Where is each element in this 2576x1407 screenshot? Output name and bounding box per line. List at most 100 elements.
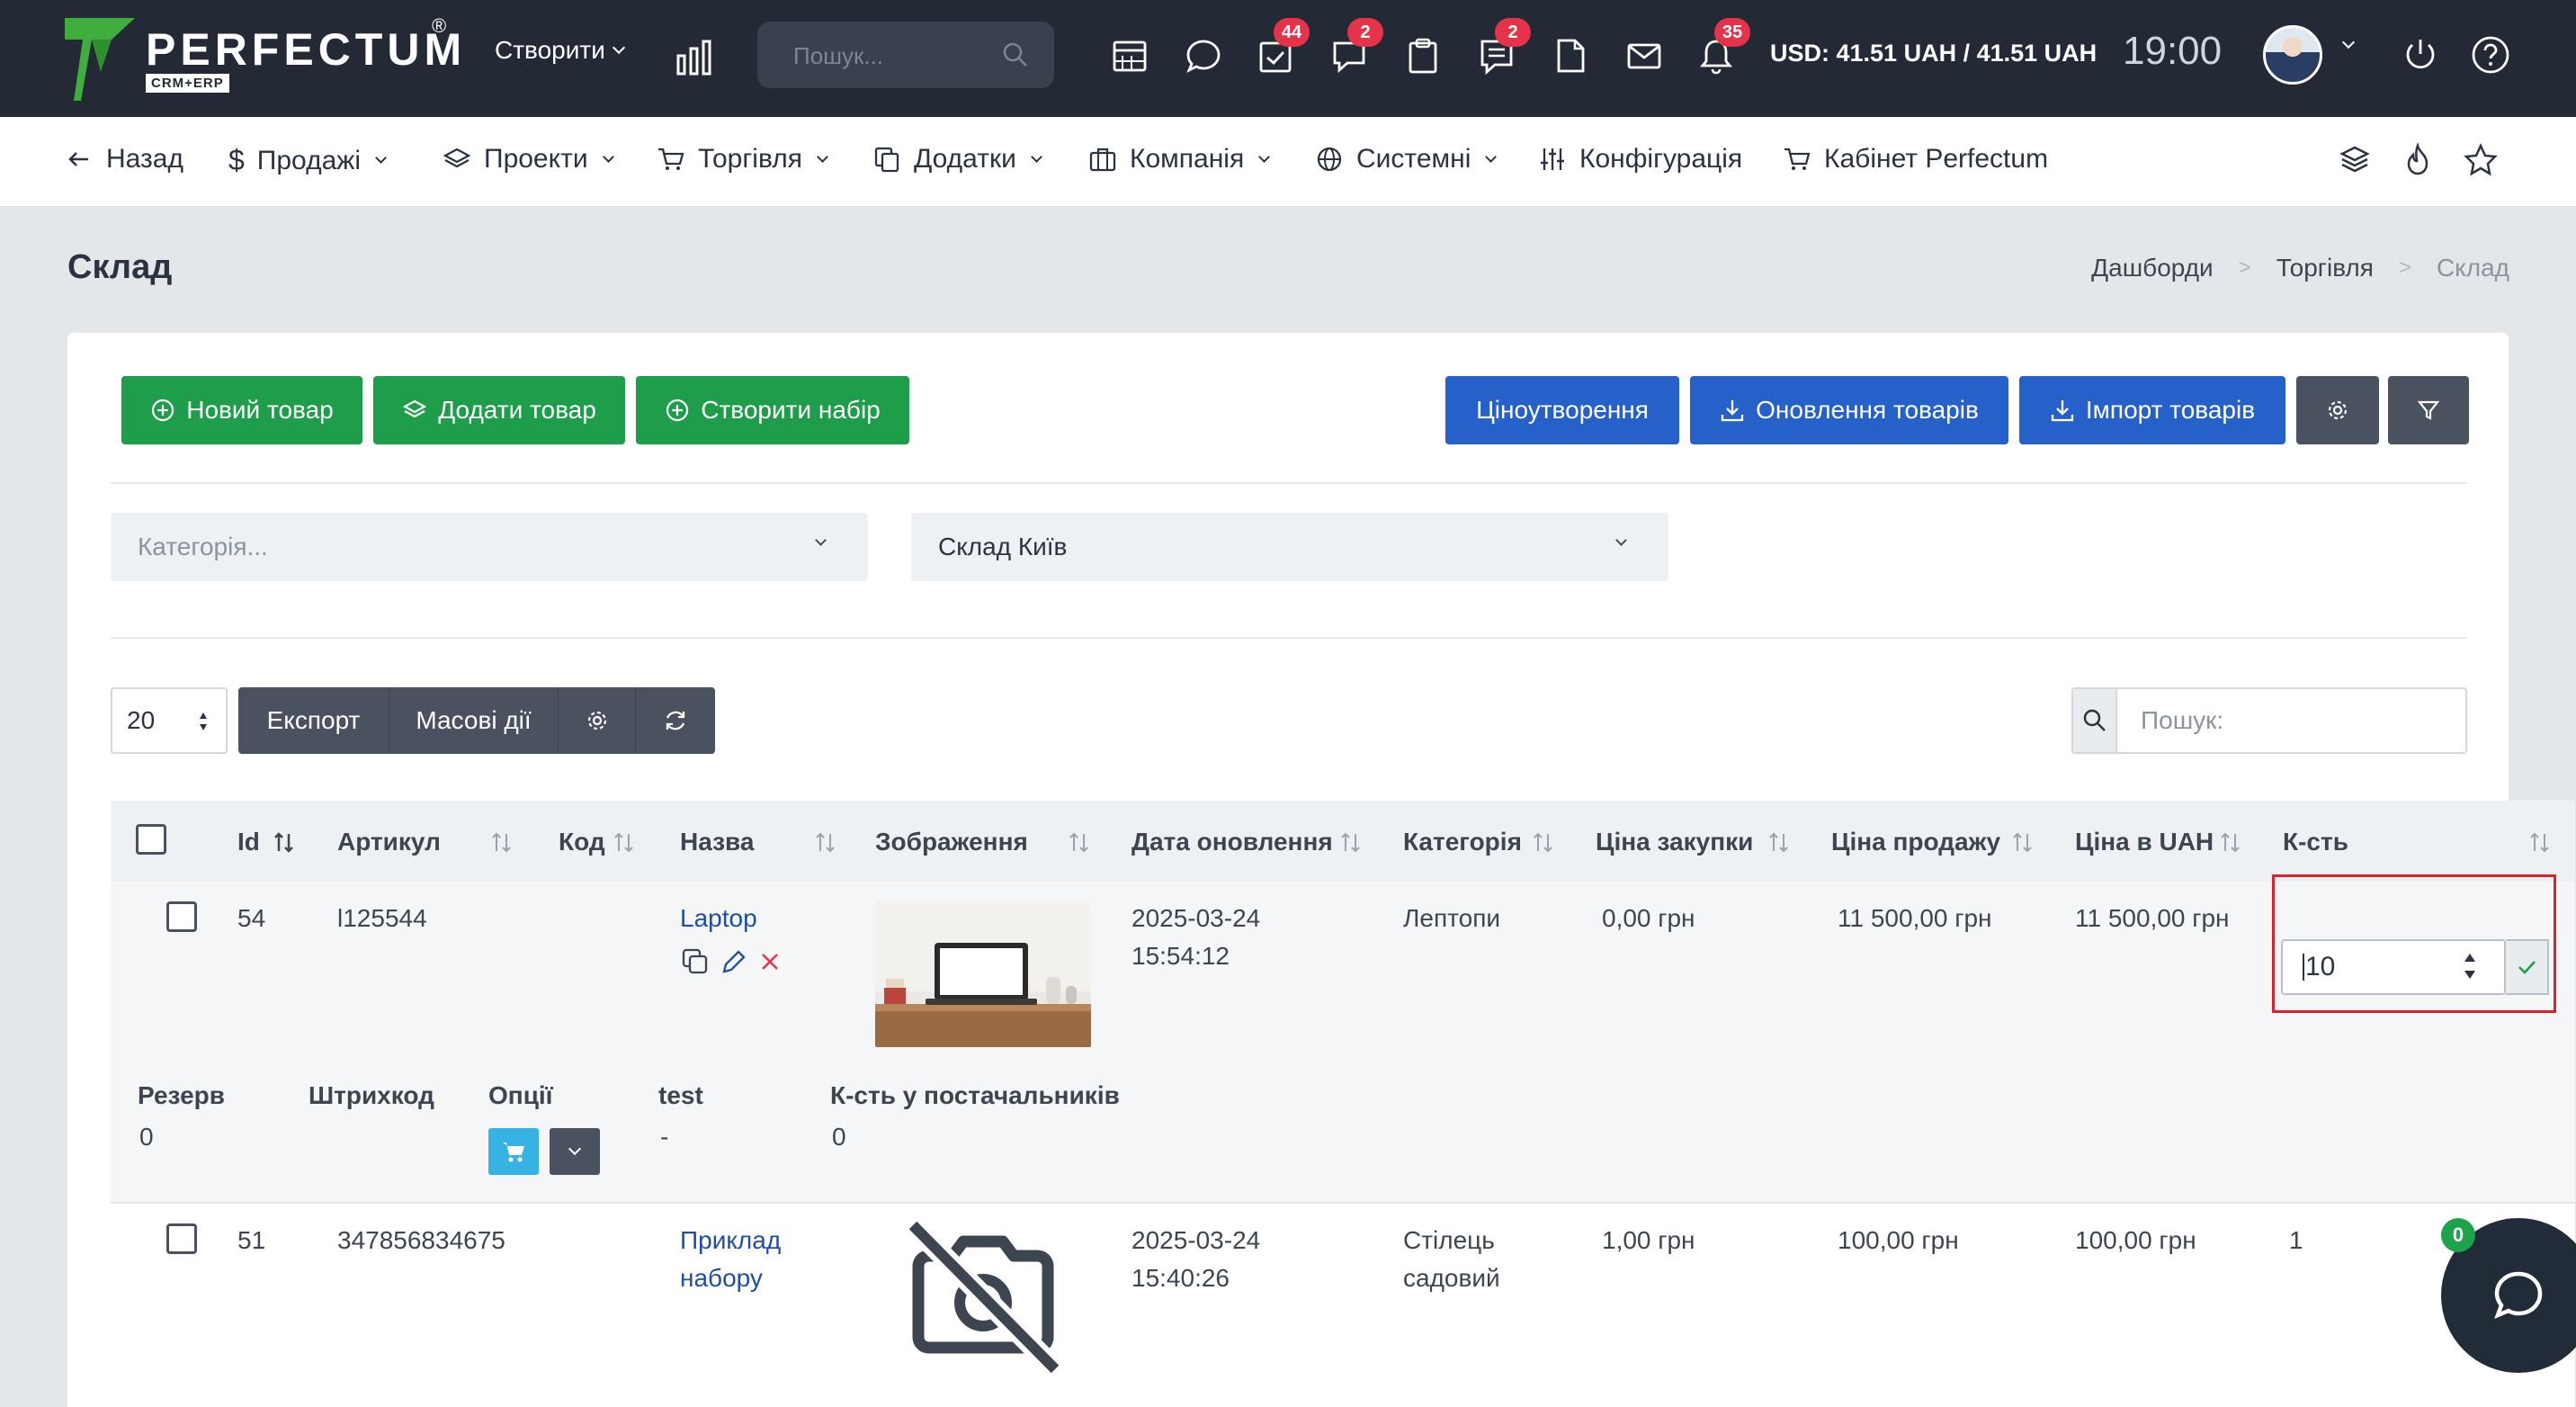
global-search[interactable]	[757, 22, 1054, 88]
breadcrumb-dashboards[interactable]: Дашборди	[2091, 254, 2214, 282]
nav-trade[interactable]: Торгівля	[657, 144, 828, 175]
quantity-stepper[interactable]	[2457, 948, 2482, 984]
quantity-save-button[interactable]	[2506, 939, 2549, 995]
sort-icon[interactable]	[1766, 829, 1793, 856]
cart-icon	[658, 148, 684, 170]
nav-company[interactable]: Компанія	[1088, 144, 1271, 175]
nav-system[interactable]: Системні	[1315, 144, 1498, 175]
sort-desc-icon[interactable]	[271, 829, 298, 856]
warehouse-select[interactable]: Склад Київ	[911, 513, 1668, 581]
bell-icon[interactable]: 35	[1696, 18, 1750, 79]
import-products-button[interactable]: Імпорт товарів	[2019, 376, 2285, 444]
col-name[interactable]: Назва	[680, 828, 754, 856]
nav-config[interactable]: Конфігурація	[1538, 144, 1742, 175]
col-sku[interactable]: Артикул	[337, 828, 441, 856]
clipboard-icon[interactable]	[1403, 36, 1446, 79]
category-select[interactable]: Категорія...	[111, 513, 868, 581]
col-image[interactable]: Зображення	[875, 828, 1028, 856]
cell-updated-time: 15:54:12	[1131, 942, 1230, 970]
add-product-button[interactable]: Додати товар	[373, 376, 625, 444]
help-icon[interactable]	[2470, 34, 2511, 76]
nav-trade-label: Торгівля	[698, 144, 802, 174]
sort-icon[interactable]	[488, 829, 515, 856]
create-label: Створити	[495, 36, 605, 64]
row-checkbox[interactable]	[166, 1223, 197, 1254]
sort-icon[interactable]	[1530, 829, 1557, 856]
global-search-input[interactable]	[793, 38, 1000, 74]
sort-icon[interactable]	[2009, 829, 2036, 856]
mass-actions-button[interactable]: Масові дії	[389, 687, 559, 754]
col-quantity[interactable]: К-сть	[2283, 828, 2348, 856]
delete-icon[interactable]	[755, 946, 785, 977]
product-image[interactable]	[875, 901, 1091, 1047]
chat-icon[interactable]	[1184, 36, 1227, 79]
nav-cabinet[interactable]: Кабінет Perfectum	[1783, 144, 2048, 175]
duplicate-icon[interactable]	[680, 946, 711, 977]
sort-icon[interactable]	[611, 829, 638, 856]
pricing-button[interactable]: Ціноутворення	[1445, 376, 1679, 444]
add-to-cart-button[interactable]	[488, 1128, 539, 1175]
update-products-button[interactable]: Оновлення товарів	[1690, 376, 2008, 444]
sort-icon[interactable]	[2527, 829, 2554, 856]
document-icon[interactable]	[1551, 36, 1594, 79]
nav-back[interactable]: Назад	[65, 144, 183, 175]
avatar[interactable]	[2263, 25, 2322, 85]
select-all-checkbox[interactable]	[136, 824, 166, 855]
search-icon[interactable]	[1000, 40, 1031, 70]
product-name-link-line2[interactable]: набору	[680, 1259, 763, 1297]
edit-icon[interactable]	[719, 946, 749, 977]
product-name-link[interactable]: Laptop	[680, 900, 757, 937]
flame-icon[interactable]	[2400, 142, 2436, 178]
power-icon[interactable]	[2400, 34, 2441, 76]
cell-id: 54	[237, 904, 266, 932]
filter-button[interactable]	[2388, 376, 2469, 444]
notes-icon[interactable]: 2	[1477, 18, 1531, 79]
col-price-uah[interactable]: Ціна в UAH	[2075, 828, 2214, 856]
category-placeholder: Категорія...	[138, 533, 268, 560]
star-icon[interactable]	[2463, 142, 2499, 178]
chevron-down-icon	[1030, 150, 1042, 163]
export-button[interactable]: Експорт	[238, 687, 389, 754]
col-sale-price[interactable]: Ціна продажу	[1831, 828, 2000, 856]
search-icon[interactable]	[2073, 689, 2117, 752]
col-purchase-price[interactable]: Ціна закупки	[1596, 828, 1753, 856]
product-name-link[interactable]: Приклад	[680, 1222, 781, 1259]
perfectum-logo[interactable]: PERFECTUM ® CRM+ERP	[65, 14, 461, 101]
settings-button[interactable]	[2296, 376, 2379, 444]
columns-settings-button[interactable]	[559, 687, 636, 754]
sort-icon[interactable]	[2217, 829, 2244, 856]
col-updated[interactable]: Дата оновлення	[1131, 828, 1333, 856]
sort-icon[interactable]	[1066, 829, 1093, 856]
messages-icon[interactable]: 2	[1329, 18, 1383, 79]
chevron-down-icon[interactable]	[2341, 35, 2356, 49]
sort-icon[interactable]	[1337, 829, 1364, 856]
row-checkbox[interactable]	[166, 901, 197, 932]
page-size-select[interactable]: 20	[111, 687, 228, 754]
table-search	[2071, 687, 2467, 754]
create-set-button[interactable]: Створити набір	[636, 376, 909, 444]
col-code[interactable]: Код	[559, 828, 605, 856]
messages-badge: 2	[1347, 18, 1383, 47]
table-search-input[interactable]	[2117, 689, 2465, 752]
calendar-icon[interactable]	[1110, 36, 1153, 79]
new-product-button[interactable]: Новий товар	[121, 376, 362, 444]
refresh-button[interactable]	[636, 687, 715, 754]
nav-projects[interactable]: Проекти	[443, 144, 614, 175]
tasks-icon[interactable]: 44	[1256, 18, 1310, 79]
layers-icon[interactable]	[2337, 142, 2373, 178]
cell-updated-date: 2025-03-24	[1131, 904, 1261, 932]
mail-icon[interactable]	[1624, 36, 1668, 79]
create-menu[interactable]: Створити	[495, 36, 625, 65]
col-id[interactable]: Id	[237, 828, 260, 856]
bar-chart-icon[interactable]	[675, 38, 714, 77]
laptop-image-icon	[875, 901, 1091, 1047]
sort-icon[interactable]	[812, 829, 839, 856]
new-product-label: Новий товар	[186, 396, 334, 424]
nav-sales[interactable]: $ Продажі	[228, 144, 387, 177]
cell-id: 51	[237, 1226, 266, 1254]
breadcrumb-trade[interactable]: Торгівля	[2276, 254, 2374, 282]
chat-badge: 0	[2441, 1218, 2475, 1252]
col-category[interactable]: Категорія	[1403, 828, 1522, 856]
nav-addons[interactable]: Додатки	[872, 144, 1042, 175]
options-dropdown-button[interactable]	[550, 1128, 600, 1175]
